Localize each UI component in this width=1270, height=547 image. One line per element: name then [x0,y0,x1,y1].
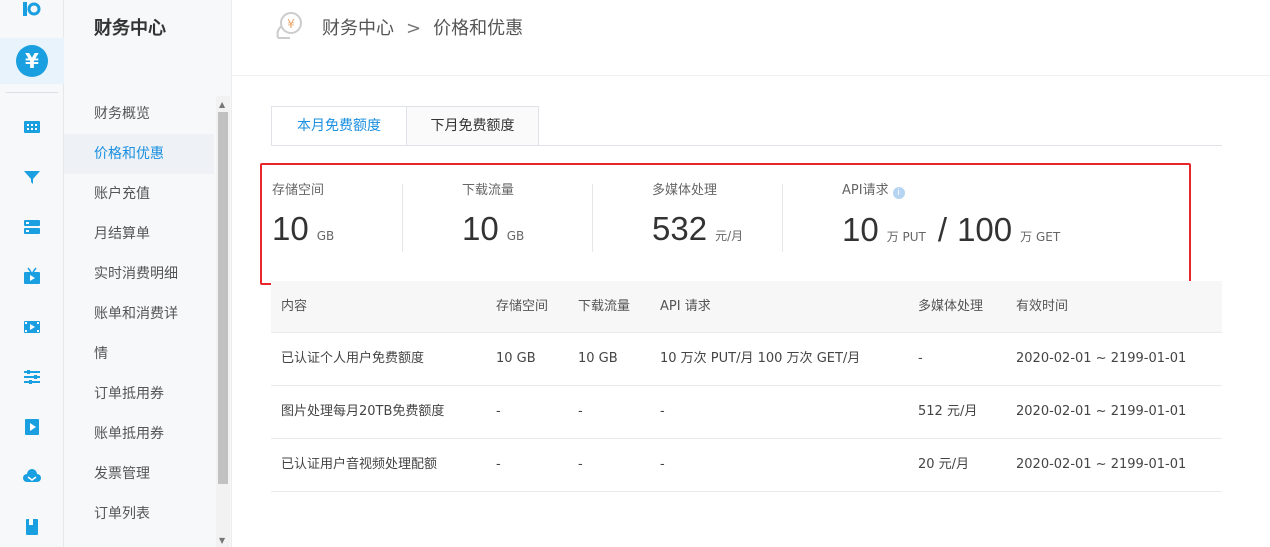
table-cell: 2020-02-01 ~ 2199-01-01 [1016,404,1187,419]
table-cell: - [660,404,665,419]
tab-next-month[interactable]: 下月免费额度 [406,106,539,146]
sidebar-item-order-vouchers[interactable]: 订单抵用券 [64,374,214,414]
sidebar-item-invoices[interactable]: 发票管理 [64,454,214,494]
quota-table: 内容 存储空间 下载流量 API 请求 多媒体处理 有效时间 已认证个人用户免费… [271,281,1222,492]
stat-divider [592,184,593,252]
breadcrumb-root[interactable]: 财务中心 [322,18,394,39]
icon-rail: ¥ [0,0,64,547]
logo-icon[interactable] [22,2,42,20]
stat-divider [782,184,783,252]
server-icon[interactable] [22,217,42,237]
api-stat: API请求 i 10 万 PUT /100 万 GET [842,179,1060,249]
sidebar-scrollbar[interactable]: ▲ ▼ [216,96,230,547]
book-icon[interactable] [22,517,42,537]
storage-label: 存储空间 [272,183,325,198]
filter-icon[interactable] [22,167,42,187]
table-cell: 20 元/月 [918,457,970,472]
download-value: 10 [462,210,499,247]
cloud-icon[interactable] [22,467,42,487]
sliders-icon[interactable] [22,367,42,387]
column-header: 内容 [281,299,308,314]
finance-coin-icon: ¥ [276,12,302,39]
sidebar-item-bill-details-cont[interactable]: 情 [64,334,214,374]
sidebar-title: 财务中心 [94,18,166,39]
table-cell: 已认证个人用户免费额度 [281,351,425,366]
table-cell: 10 万次 PUT/月 100 万次 GET/月 [660,351,861,366]
sidebar-item-realtime-consumption[interactable]: 实时消费明细 [64,254,214,294]
download-stat: 下载流量 10 GB [462,179,524,248]
svg-text:¥: ¥ [287,17,295,31]
storage-value: 10 [272,210,309,247]
info-icon[interactable]: i [892,187,905,199]
table-cell: 2020-02-01 ~ 2199-01-01 [1016,351,1187,366]
download-label: 下载流量 [462,183,515,198]
table-cell: - [578,404,583,419]
breadcrumb-current: 价格和优惠 [433,18,524,39]
table-cell: 已认证用户音视频处理配额 [281,457,438,472]
sidebar-item-overview[interactable]: 财务概览 [64,94,214,134]
rail-divider [6,92,58,93]
finance-nav-button[interactable]: ¥ [0,38,64,84]
api-label: API请求 [842,183,889,198]
storage-stat: 存储空间 10 GB [272,179,334,248]
tab-this-month[interactable]: 本月免费额度 [271,106,407,146]
column-header: 存储空间 [496,299,549,314]
breadcrumb-separator: > [406,18,422,39]
scroll-down-icon[interactable]: ▼ [219,536,225,546]
table-cell: 2020-02-01 ~ 2199-01-01 [1016,457,1187,472]
column-header: 有效时间 [1016,299,1069,314]
sidebar-item-pricing[interactable]: 价格和优惠 [64,134,214,174]
sidebar-item-recharge[interactable]: 账户充值 [64,174,214,214]
video-icon[interactable] [22,317,42,337]
api-get-unit: 万 GET [1020,230,1061,244]
scrollbar-thumb[interactable] [218,112,228,484]
api-get-value: 100 [957,211,1013,248]
table-cell: - [496,404,501,419]
api-put-unit: 万 PUT [886,230,926,244]
sidebar-item-bill-vouchers[interactable]: 账单抵用券 [64,414,214,454]
media-stat: 多媒体处理 532 元/月 [652,179,743,248]
table-row: 图片处理每月20TB免费额度 - - - 512 元/月 2020-02-01 … [271,386,1222,439]
media-unit: 元/月 [715,229,744,243]
table-cell: 512 元/月 [918,404,978,419]
table-cell: - [918,351,923,366]
column-header: 多媒体处理 [918,299,984,314]
table-cell: - [660,457,665,472]
table-cell: - [496,457,501,472]
scroll-up-icon[interactable]: ▲ [219,100,225,110]
yuan-icon: ¥ [16,45,48,77]
storage-unit: GB [316,229,335,243]
play-file-icon[interactable] [22,417,42,437]
page-header: ¥ 财务中心 > 价格和优惠 [232,0,1270,76]
table-row: 已认证个人用户免费额度 10 GB 10 GB 10 万次 PUT/月 100 … [271,333,1222,386]
sidebar-item-monthly-statement[interactable]: 月结算单 [64,214,214,254]
free-quota-summary: 存储空间 10 GB 下载流量 10 GB 多媒体处理 532 元/月 API请求 i … [260,163,1191,285]
sidebar-item-bill-details[interactable]: 账单和消费详 [64,294,214,334]
table-header: 内容 存储空间 下载流量 API 请求 多媒体处理 有效时间 [271,281,1222,333]
column-header: API 请求 [660,299,711,314]
finance-sidebar: 财务中心 财务概览 价格和优惠 账户充值 月结算单 实时消费明细 账单和消费详 … [64,0,232,547]
column-header: 下载流量 [578,299,631,314]
media-value: 532 [652,210,708,247]
tv-icon[interactable] [22,267,42,287]
table-cell: 图片处理每月20TB免费额度 [281,404,445,419]
tab-underline [271,145,1222,146]
table-cell: 10 GB [578,351,618,366]
media-label: 多媒体处理 [652,183,718,198]
grid-icon[interactable] [22,117,42,137]
sidebar-item-orders[interactable]: 订单列表 [64,494,214,534]
table-cell: - [578,457,583,472]
download-unit: GB [506,229,525,243]
api-slash: / [937,211,948,248]
stat-divider [402,184,403,252]
api-put-value: 10 [842,211,879,248]
breadcrumb: 财务中心 > 价格和优惠 [322,14,523,40]
table-row: 已认证用户音视频处理配额 - - - 20 元/月 2020-02-01 ~ 2… [271,439,1222,492]
table-cell: 10 GB [496,351,536,366]
